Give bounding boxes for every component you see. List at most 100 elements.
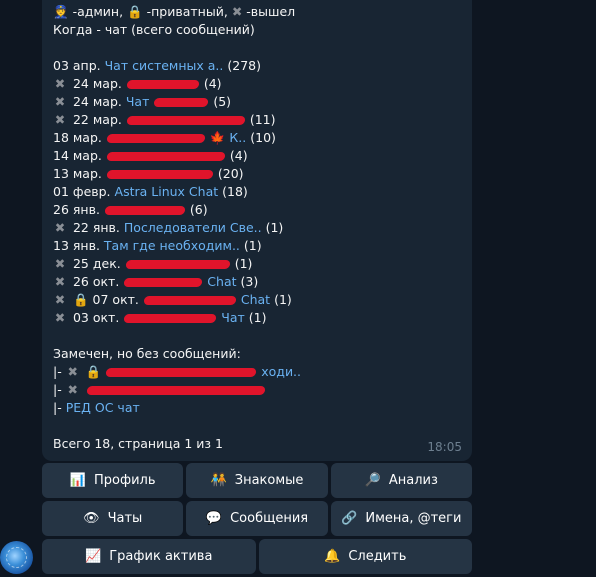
friends-label: Знакомые — [234, 473, 304, 488]
legend-private: -приватный, — [146, 4, 228, 19]
chat-date: 26 янв. — [53, 202, 100, 217]
chat-date: 24 мар. — [72, 76, 122, 91]
chat-date: 03 окт. — [72, 310, 120, 325]
chat-row: ✖ 22 янв. Последователи Све.. (1) — [53, 219, 460, 237]
chats-button[interactable]: 👁 Чаты — [42, 501, 184, 536]
chat-row: ✖ 26 окт. Chat (3) — [53, 273, 460, 291]
chat-row: ✖ 03 окт. Чат (1) — [53, 309, 460, 327]
chat-date: 13 мар. — [53, 166, 102, 181]
chat-count: (5) — [213, 94, 232, 109]
chat-link[interactable]: Чат — [221, 310, 245, 325]
seen-link[interactable]: РЕД ОС чат — [66, 400, 140, 415]
chat-row: ✖ 25 дек. (1) — [53, 255, 460, 273]
legend-left: -вышел — [246, 4, 296, 19]
redaction-mark — [153, 98, 209, 107]
left-icon: ✖ — [54, 112, 66, 127]
left-icon: ✖ — [54, 292, 66, 307]
chat-row: 13 янв. Там где необходим.. (1) — [53, 237, 460, 255]
tree-prefix: |- — [53, 400, 62, 415]
chat-row: ✖ 🔒 07 окт. Chat (1) — [53, 291, 460, 309]
left-icon: ✖ — [54, 256, 66, 271]
trend-chart-icon: 📈 — [85, 549, 102, 564]
chat-link[interactable]: Чат системных а.. — [105, 58, 224, 73]
redaction-mark — [123, 278, 203, 287]
names-tags-button[interactable]: 🔗 Имена, @теги — [330, 501, 472, 536]
chat-link[interactable]: Последователи Све.. — [124, 220, 262, 235]
eye-icon: 👁 — [83, 511, 100, 526]
people-icon: 🧑‍🤝‍🧑 — [210, 473, 227, 488]
chat-date: 26 окт. — [72, 274, 120, 289]
messages-button[interactable]: 💬 Сообщения — [186, 501, 328, 536]
redaction-mark — [86, 386, 266, 395]
redaction-mark — [126, 116, 246, 125]
profile-button[interactable]: 📊 Профиль — [42, 463, 184, 498]
chat-row: 18 мар. 🍁 К.. (10) — [53, 129, 460, 147]
seen-row: |- РЕД ОС чат — [53, 399, 460, 417]
bot-avatar[interactable] — [0, 541, 33, 574]
left-icon: ✖ — [54, 76, 66, 91]
bell-icon: 🔔 — [324, 549, 341, 564]
chat-row: 26 янв. (6) — [53, 201, 460, 219]
chat-link[interactable]: Astra Linux Chat — [115, 184, 219, 199]
redaction-mark — [106, 134, 206, 143]
activity-chart-button[interactable]: 📈 График актива — [42, 539, 256, 574]
activity-chart-label: График актива — [109, 549, 213, 564]
redaction-mark — [106, 152, 226, 161]
chat-date: 03 апр. — [53, 58, 101, 73]
seen-link[interactable]: ходи.. — [261, 364, 301, 379]
message-time: 18:05 — [427, 440, 462, 454]
redaction-mark — [105, 368, 257, 377]
chat-link[interactable]: Chat — [207, 274, 236, 289]
chat-count: (1) — [234, 256, 253, 271]
redaction-mark — [123, 314, 217, 323]
redaction-mark — [106, 170, 214, 179]
chat-row: 13 мар. (20) — [53, 165, 460, 183]
footer-prefix: Всего — [53, 436, 95, 451]
chat-count: (1) — [248, 310, 267, 325]
seen-title: Замечен, но без сообщений: — [53, 346, 241, 361]
chat-row: ✖ 24 мар. (4) — [53, 75, 460, 93]
chat-count: (1) — [243, 238, 262, 253]
follow-label: Следить — [348, 549, 407, 564]
legend-admin: -админ, — [72, 4, 124, 19]
chat-date: 22 мар. — [72, 112, 122, 127]
tree-prefix: |- — [53, 364, 62, 379]
follow-button[interactable]: 🔔 Следить — [258, 539, 472, 574]
friends-button[interactable]: 🧑‍🤝‍🧑 Знакомые — [186, 463, 328, 498]
chat-link[interactable]: К.. — [229, 130, 246, 145]
chat-count: (278) — [227, 58, 261, 73]
speech-bubble-icon: 💬 — [205, 511, 223, 526]
leaf-icon: 🍁 — [209, 130, 226, 145]
subtitle: Когда - чат (всего сообщений) — [53, 22, 255, 37]
chat-date: 18 мар. — [53, 130, 102, 145]
chat-count: (1) — [274, 292, 292, 307]
chat-count: (1) — [265, 220, 284, 235]
chat-link[interactable]: Чат — [126, 94, 150, 109]
left-icon: ✖ — [54, 310, 66, 325]
chat-date: 07 окт. — [92, 292, 139, 307]
messages-label: Сообщения — [230, 511, 309, 526]
redaction-mark — [125, 260, 231, 269]
chat-date: 13 янв. — [53, 238, 100, 253]
chat-row: ✖ 22 мар. (11) — [53, 111, 460, 129]
footer-total: 18 — [94, 436, 111, 451]
names-tags-label: Имена, @теги — [365, 511, 462, 526]
tree-prefix: |- — [53, 382, 62, 397]
chat-link[interactable]: Там где необходим.. — [104, 238, 240, 253]
lock-icon: 🔒 — [127, 4, 143, 19]
chat-row: 14 мар. (4) — [53, 147, 460, 165]
chat-count: (20) — [217, 166, 244, 181]
chat-link[interactable]: Chat — [241, 292, 270, 307]
left-icon: ✖ — [67, 382, 78, 397]
analysis-button[interactable]: 🔎 Анализ — [330, 463, 472, 498]
left-icon: ✖ — [54, 274, 66, 289]
redaction-mark — [143, 296, 237, 305]
seen-row: |- ✖ 🔒 ходи.. — [53, 363, 460, 381]
chat-count: (11) — [249, 112, 276, 127]
chat-count: (6) — [189, 202, 208, 217]
profile-label: Профиль — [94, 473, 156, 488]
chat-count: (3) — [240, 274, 259, 289]
chat-date: 22 янв. — [72, 220, 120, 235]
chat-date: 25 дек. — [72, 256, 121, 271]
chat-date: 24 мар. — [72, 94, 122, 109]
